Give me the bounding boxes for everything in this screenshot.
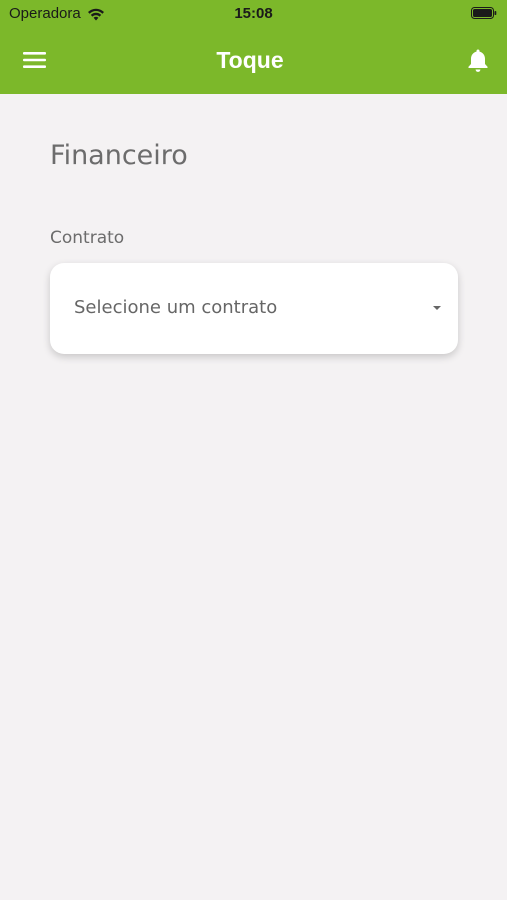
screen: Operadora 15:08 Toque Financeiro Contrat… [0,0,507,900]
header: Operadora 15:08 Toque [0,0,507,94]
contract-label: Contrato [50,228,125,248]
status-time: 15:08 [234,5,273,22]
battery-icon [471,7,497,19]
menu-button[interactable] [17,44,53,76]
contract-select[interactable]: Selecione um contrato [50,263,458,354]
contract-select-value: Selecione um contrato [74,297,278,318]
bell-icon [468,49,488,72]
page-title: Financeiro [50,140,188,171]
notifications-button[interactable] [461,44,495,76]
app-title: Toque [216,47,284,73]
caret-down-icon [433,306,441,310]
status-bar: Operadora 15:08 [0,0,507,28]
hamburger-menu-icon [23,52,46,68]
